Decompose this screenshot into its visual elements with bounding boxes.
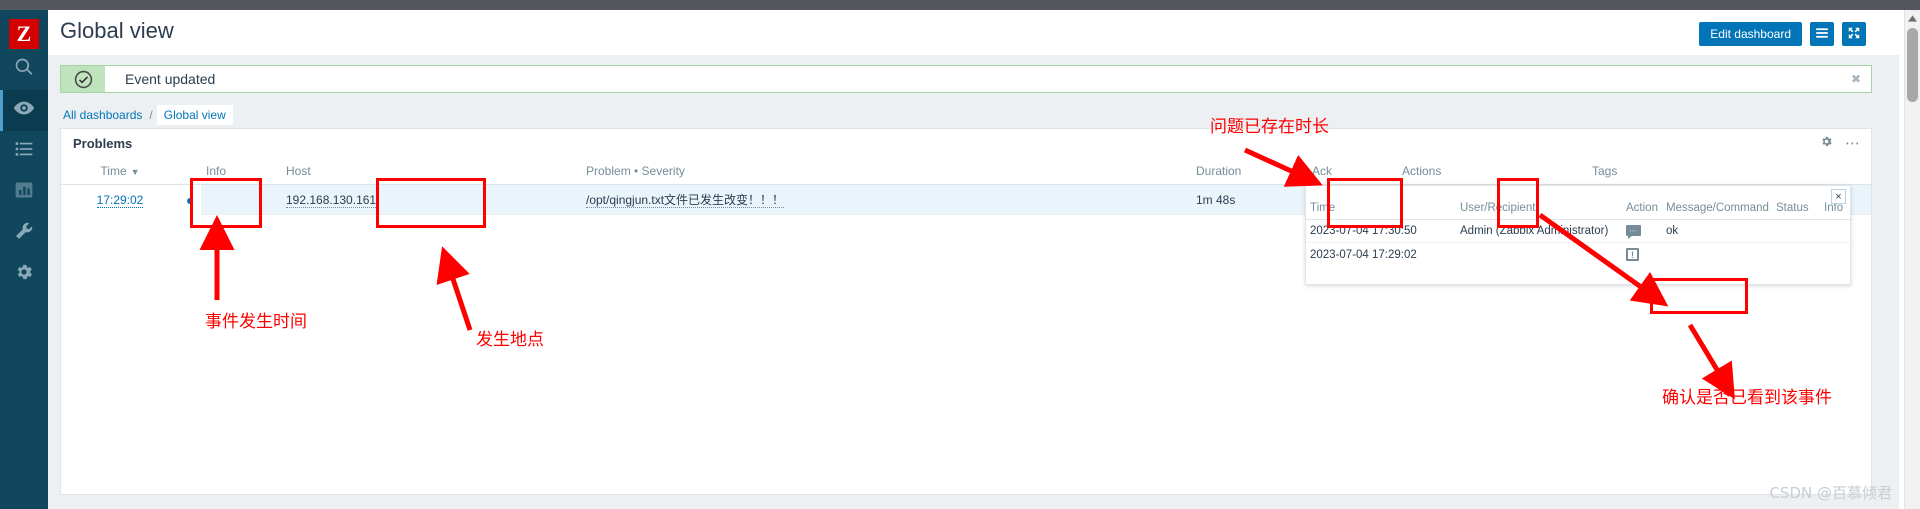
column-header-duration[interactable]: Duration [1191, 159, 1307, 185]
sidebar-item-search[interactable] [0, 49, 48, 90]
popup-cell-user [1456, 243, 1622, 267]
app-window: Z Global view Edit dashboard Event updat… [0, 0, 1920, 509]
breadcrumb-all-dashboards[interactable]: All dashboards [60, 106, 145, 124]
popup-column-message-command: Message/Command [1662, 200, 1772, 220]
problem-link[interactable]: /opt/qingjun.txt文件已发生改变！！！ [586, 193, 785, 208]
problems-widget: Problems ⋯ Time ▼ Info Host Problem • Se… [60, 128, 1872, 495]
edit-dashboard-button[interactable]: Edit dashboard [1699, 22, 1802, 46]
popup-cell-user: Admin (Zabbix Administrator) [1456, 219, 1622, 243]
fullscreen-icon [1847, 26, 1861, 43]
problems-widget-header: Problems ⋯ [61, 129, 1871, 159]
problems-widget-title: Problems [73, 136, 133, 151]
sidebar: Z [0, 10, 48, 509]
popup-close-button[interactable]: × [1831, 189, 1846, 204]
problem-time-link[interactable]: 17:29:02 [96, 192, 144, 208]
popup-header-row: Time User/Recipient Action Message/Comma… [1306, 200, 1852, 220]
page-header: Global view Edit dashboard [48, 10, 1899, 55]
popup-cell-message: ok [1662, 219, 1772, 243]
ellipsis-icon[interactable]: ⋯ [1845, 136, 1861, 151]
sidebar-item-services[interactable] [0, 131, 48, 172]
popup-cell-time: 2023-07-04 17:29:02 [1310, 248, 1417, 261]
annotation-label-duration: 问题已存在时长 [1210, 117, 1329, 137]
popup-cell-info [1820, 243, 1852, 267]
scrollbar-up-arrow[interactable] [1904, 10, 1920, 26]
popup-cell-message [1662, 243, 1772, 267]
column-header-info[interactable]: Info [201, 159, 281, 185]
problems-widget-actions: ⋯ [1820, 135, 1861, 153]
zabbix-logo[interactable]: Z [9, 19, 39, 49]
scrollbar-thumb[interactable] [1907, 28, 1918, 102]
sort-arrow-icon: ▼ [130, 167, 140, 177]
popup-cell-info [1820, 219, 1852, 243]
message-banner: Event updated ✖ [60, 65, 1872, 93]
sidebar-item-configuration[interactable] [0, 213, 48, 254]
column-label-time: Time [100, 164, 127, 178]
event-actions-popup: × Time User/Recipient Action Message/Com… [1305, 185, 1852, 285]
popup-column-status: Status [1772, 200, 1820, 220]
cell-severity-indicator [179, 184, 201, 215]
cell-host[interactable]: 192.168.130.161 [281, 184, 581, 215]
sidebar-item-reports[interactable] [0, 172, 48, 213]
message-icon: ⋯ [1626, 225, 1641, 240]
message-close-button[interactable]: ✖ [1851, 72, 1861, 86]
popup-row: 2023-07-04 17:30:50 Admin (Zabbix Admini… [1306, 219, 1852, 243]
breadcrumb: All dashboards / Global view [60, 105, 233, 125]
popup-actions-table: Time User/Recipient Action Message/Comma… [1306, 200, 1852, 266]
problems-header-row: Time ▼ Info Host Problem • Severity Durat… [61, 159, 1871, 185]
severity-dot-icon [187, 197, 193, 204]
event-calendar-icon: ! [1626, 248, 1639, 261]
message-text: Event updated [125, 71, 216, 87]
popup-cell-action: ⋯ [1622, 219, 1662, 243]
page-title: Global view [60, 18, 174, 43]
sidebar-item-administration[interactable] [0, 254, 48, 295]
cell-info [201, 184, 281, 215]
annotation-label-ack: 确认是否已看到该事件 [1662, 388, 1832, 408]
watermark: CSDN @百慕倾君 [1769, 484, 1892, 502]
host-link[interactable]: 192.168.130.161 [286, 192, 377, 208]
dashboard-menu-button[interactable] [1810, 22, 1834, 46]
column-header-problem-severity[interactable]: Problem • Severity [581, 159, 1191, 185]
sidebar-item-monitoring[interactable] [0, 90, 48, 131]
popup-cell-time: 2023-07-04 17:30:50 [1306, 219, 1456, 243]
column-header-tags[interactable]: Tags [1587, 159, 1871, 185]
cell-time[interactable]: 17:29:02 [61, 184, 179, 215]
logo-letter: Z [16, 21, 32, 46]
popup-cell-status [1772, 219, 1820, 243]
gear-icon[interactable] [1820, 135, 1833, 153]
cell-duration: 1m 48s [1191, 184, 1307, 215]
popup-cell-action: ! [1622, 243, 1662, 267]
search-icon [14, 57, 34, 82]
column-header-host[interactable]: Host [281, 159, 581, 185]
fullscreen-button[interactable] [1842, 22, 1866, 46]
column-header-actions[interactable]: Actions [1397, 159, 1587, 185]
annotation-label-host: 发生地点 [476, 330, 544, 350]
header-actions: Edit dashboard [1699, 22, 1866, 46]
column-header-spacer [179, 159, 201, 185]
check-circle-icon [61, 66, 105, 92]
top-chrome-strip [0, 0, 1920, 10]
breadcrumb-current[interactable]: Global view [156, 105, 233, 125]
popup-cell-status [1772, 243, 1820, 267]
gear-icon [14, 262, 34, 287]
hamburger-icon [1815, 26, 1829, 43]
column-header-ack[interactable]: Ack [1307, 159, 1397, 185]
wrench-icon [14, 221, 34, 246]
monitoring-eye-icon [13, 97, 35, 124]
breadcrumb-separator: / [149, 108, 153, 122]
list-icon [14, 139, 34, 164]
reports-chart-icon [14, 180, 34, 205]
popup-column-action: Action [1622, 200, 1662, 220]
column-header-time[interactable]: Time ▼ [61, 159, 179, 185]
cell-problem[interactable]: /opt/qingjun.txt文件已发生改变！！！ [581, 184, 1191, 215]
popup-row: 2023-07-04 17:29:02 ! [1306, 243, 1852, 267]
annotation-label-time: 事件发生时间 [205, 312, 307, 332]
popup-column-time: Time [1306, 200, 1456, 220]
popup-column-user-recipient: User/Recipient [1456, 200, 1622, 220]
